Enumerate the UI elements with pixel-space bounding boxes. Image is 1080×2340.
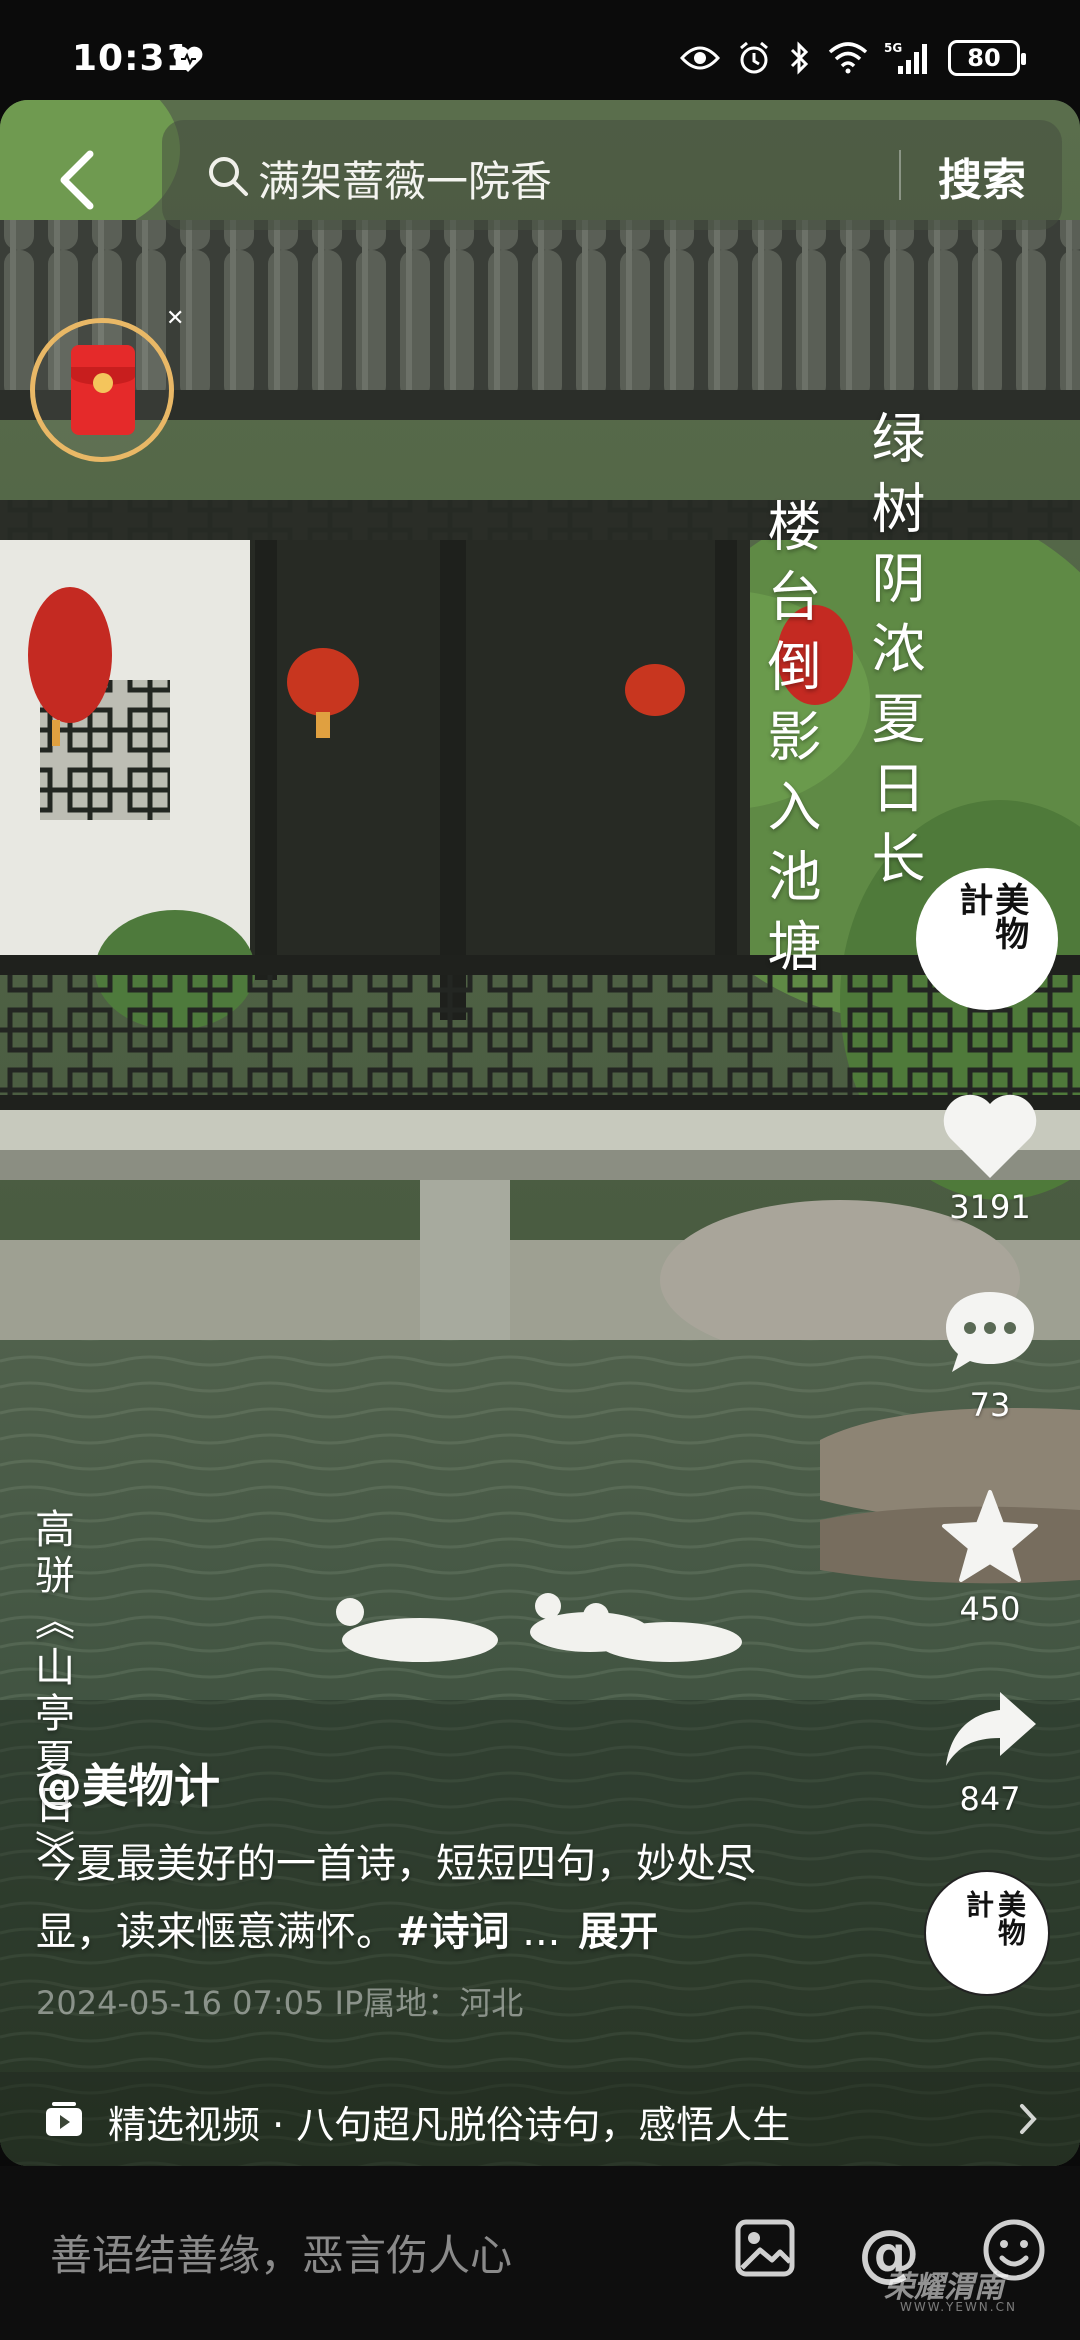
battery-level: 80 — [967, 44, 1001, 72]
search-divider — [899, 150, 901, 200]
poem-line-1: 绿树阴浓夏日长 — [862, 410, 925, 900]
share-count: 847 — [959, 1780, 1021, 1818]
collection-bar[interactable]: 精选视频 · 八句超凡脱俗诗句，感悟人生 — [0, 2072, 1080, 2166]
poem-line-2: 楼台倒影入池塘 — [758, 498, 821, 988]
wifi-icon — [828, 42, 868, 74]
search-bar[interactable]: 满架蔷薇一院香 搜索 — [162, 120, 1062, 230]
comment-icon — [946, 1292, 1034, 1372]
video-player[interactable]: 满架蔷薇一院香 搜索 ✕ 绿树阴浓夏日长 楼台倒影入池塘 高骈《山亭夏日》 美物… — [0, 100, 1080, 2166]
bluetooth-icon — [790, 41, 809, 75]
chevron-right-icon — [1020, 2104, 1037, 2134]
watermark-sub: WWW.YEWN.CN — [900, 2300, 1017, 2314]
music-disc[interactable]: 美物 計 — [924, 1870, 1050, 1996]
search-input[interactable]: 满架蔷薇一院香 — [258, 148, 552, 209]
star-icon — [942, 1490, 1038, 1582]
music-disc-text-2: 計 — [962, 1890, 995, 1918]
caption-ellipsis: ... — [509, 1909, 561, 1955]
video-caption: 今夏最美好的一首诗，短短四句，妙处尽显，读来惬意满怀。#诗词 ... 展开 — [36, 1830, 816, 1966]
caption-hashtag[interactable]: #诗词 — [396, 1909, 510, 1955]
red-envelope-icon — [71, 345, 135, 435]
heart-icon — [173, 46, 203, 72]
close-icon[interactable]: ✕ — [166, 306, 184, 331]
status-icons: 5G 80 — [680, 36, 1026, 80]
share-icon — [946, 1692, 1036, 1766]
alarm-icon — [740, 41, 768, 74]
collection-icon — [46, 2102, 82, 2136]
signal-icon: 5G — [884, 41, 927, 74]
avatar-text-2: 計 — [952, 882, 993, 916]
comment-input[interactable]: 善语结善缘，恶言伤人心 — [50, 2222, 512, 2283]
creator-username[interactable]: @美物计 — [36, 1750, 220, 1816]
collection-title: 精选视频 · 八句超凡脱俗诗句，感悟人生 — [108, 2103, 791, 2147]
coin-icon — [93, 373, 113, 393]
expand-button[interactable]: 展开 — [578, 1909, 658, 1955]
network-label: 5G — [884, 41, 902, 55]
heart-icon — [943, 1094, 1037, 1178]
status-bar: 10:31 5G 80 — [0, 0, 1080, 110]
red-packet-button[interactable] — [30, 318, 174, 462]
like-count: 3191 — [949, 1188, 1031, 1226]
search-button[interactable]: 搜索 — [938, 144, 1026, 208]
search-icon — [209, 157, 248, 196]
poem-author: 高骈《山亭夏日》 — [28, 1508, 74, 1876]
avatar-text-1: 美物 — [988, 882, 1029, 950]
share-button[interactable]: 847 — [920, 1684, 1060, 1818]
comment-count: 73 — [969, 1386, 1011, 1424]
favorite-button[interactable]: 450 — [920, 1486, 1060, 1628]
battery-icon: 80 — [948, 40, 1026, 76]
image-icon[interactable] — [734, 2218, 796, 2278]
favorite-count: 450 — [959, 1590, 1021, 1628]
comment-bar: 善语结善缘，恶言伤人心 @ 荣耀渭南 WWW.YEWN.CN — [0, 2166, 1080, 2340]
post-timestamp: 2024-05-16 07:05 IP属地：河北 — [36, 1984, 524, 2022]
comment-button[interactable]: 73 — [920, 1284, 1060, 1424]
back-button[interactable] — [48, 144, 108, 216]
creator-avatar[interactable]: 美物 計 — [916, 868, 1058, 1010]
like-button[interactable]: 3191 — [920, 1090, 1060, 1226]
eye-icon — [680, 46, 720, 70]
